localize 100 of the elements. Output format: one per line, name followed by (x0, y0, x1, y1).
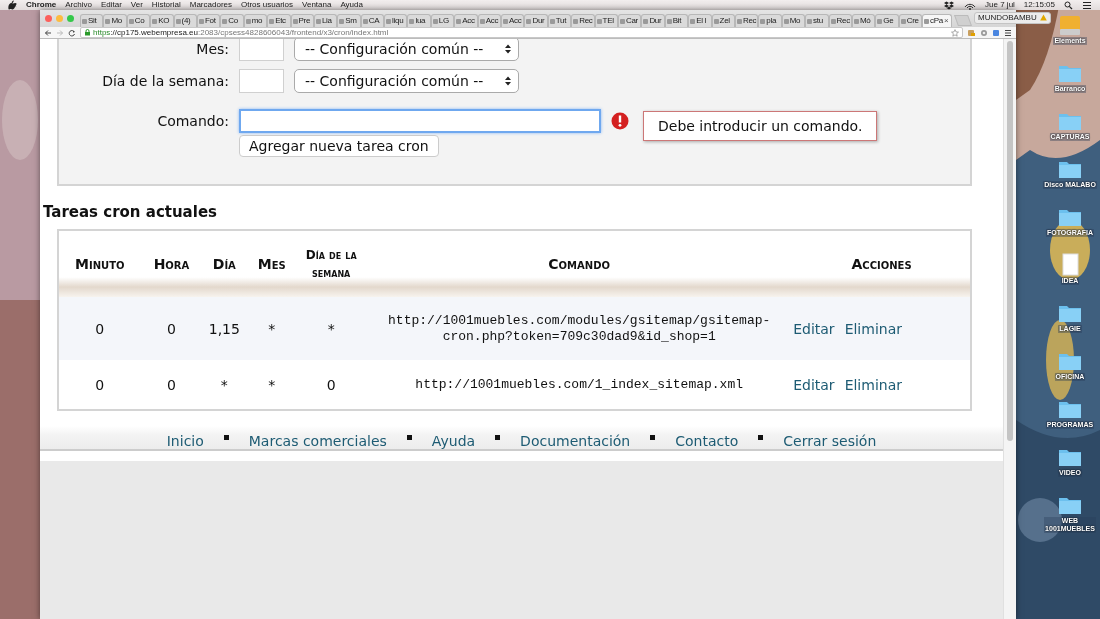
select-field[interactable]: -- Configuración común -- (294, 69, 519, 93)
browser-tab[interactable]: Dur (641, 14, 665, 27)
browser-tab[interactable]: Acc (477, 14, 502, 27)
input-field[interactable] (239, 39, 284, 61)
footer-link[interactable]: Inicio (164, 433, 206, 449)
list-icon[interactable] (1082, 0, 1092, 10)
favicon-icon (620, 18, 625, 24)
favicon-icon (526, 18, 532, 24)
browser-tab[interactable]: TEl (594, 14, 618, 27)
browser-tab[interactable]: Bit (664, 14, 689, 27)
scroll-thumb[interactable] (1007, 41, 1013, 441)
browser-tab[interactable]: lua (407, 14, 431, 27)
action-link[interactable]: Editar (793, 376, 835, 393)
browser-tab[interactable]: mo (243, 14, 268, 27)
close-window-button[interactable] (45, 15, 52, 22)
browser-tab[interactable]: Ge (875, 14, 899, 27)
footer-link[interactable]: Ayuda (429, 433, 478, 449)
address-bar[interactable]: https://cp175.webempresa.eu:2083/cpsess4828606043/frontend/x3/cron/index.html (80, 27, 963, 38)
browser-tab[interactable]: KO (150, 14, 174, 27)
browser-tab[interactable]: (4) (173, 14, 197, 27)
footer-link[interactable]: Marcas comerciales (246, 433, 389, 449)
menu-item[interactable]: Ayuda (340, 0, 363, 10)
extension-icon[interactable] (967, 28, 976, 37)
browser-tab[interactable]: El l (688, 14, 712, 27)
select-field[interactable]: -- Configuración común -- (294, 39, 519, 61)
menu-clock[interactable]: 12:15:05 (1023, 0, 1055, 10)
menu-item[interactable]: Chrome (26, 0, 57, 10)
scrollbar[interactable] (1003, 39, 1016, 619)
menu-item[interactable]: Editar (100, 0, 122, 10)
favicon-icon (713, 18, 719, 24)
search-icon[interactable] (1064, 0, 1073, 10)
zoom-button[interactable] (67, 15, 74, 22)
profile-button[interactable]: MUNDOBAMBU (974, 11, 1051, 24)
browser-tab[interactable]: Mo (781, 14, 806, 27)
menu-item[interactable]: Ventana (302, 0, 332, 10)
browser-tab[interactable]: Pre (290, 14, 314, 27)
favicon-icon (198, 18, 204, 24)
star-icon[interactable] (951, 28, 959, 37)
favicon-icon (760, 18, 766, 24)
favicon-icon (152, 18, 158, 24)
browser-tab[interactable]: Mó (851, 14, 876, 27)
reload-icon[interactable] (68, 28, 76, 37)
browser-tab[interactable]: CA (360, 14, 385, 27)
menu-item[interactable]: Otros usuarios (241, 0, 294, 10)
field-label: Comando: (156, 113, 229, 129)
footer-link[interactable]: Contacto (673, 433, 741, 449)
close-icon[interactable]: × (943, 16, 949, 26)
browser-tab[interactable]: Sit (80, 14, 104, 27)
browser-tab[interactable]: Lia (313, 14, 338, 27)
footer-link[interactable]: Cerrar sesión (781, 433, 879, 449)
menu-item[interactable]: Ver (130, 0, 143, 10)
command-field[interactable] (239, 109, 601, 133)
browser-tab[interactable]: Zel (711, 14, 735, 27)
browser-tab[interactable]: Co (220, 14, 244, 27)
table-cell: * (297, 297, 366, 360)
browser-tab[interactable]: Cre (898, 14, 923, 27)
column-header: Día (202, 230, 247, 297)
browser-tab[interactable]: Acc (501, 14, 525, 27)
table-cell: 0 (58, 297, 141, 360)
favicon-icon (245, 18, 251, 24)
action-link[interactable]: Editar (793, 320, 835, 337)
browser-tab[interactable]: Sm (337, 14, 361, 27)
favicon-icon (105, 18, 111, 24)
menu-item[interactable]: Historial (151, 0, 181, 10)
favicon-icon (549, 18, 555, 24)
menu-item[interactable]: Marcadores (189, 0, 232, 10)
browser-tab[interactable]: Mo (103, 14, 127, 27)
add-cron-button[interactable]: Agregar nueva tarea cron (239, 135, 439, 157)
new-tab-button[interactable] (954, 15, 973, 26)
menu-date[interactable]: Jue 7 jul (985, 0, 1015, 10)
back-icon[interactable] (44, 28, 52, 37)
menu-icon[interactable] (1004, 28, 1012, 37)
action-link[interactable]: Eliminar (844, 376, 902, 393)
menu-item[interactable]: Archivo (65, 0, 92, 10)
table-cell: 0 (58, 360, 141, 410)
browser-tab[interactable]: liqu (384, 14, 408, 27)
browser-tab[interactable]: Rec (734, 14, 759, 27)
table-cell: * (246, 297, 298, 360)
browser-tab[interactable]: Co (126, 14, 151, 27)
browser-tab[interactable]: Tut (547, 14, 572, 27)
browser-tab[interactable]: cPa× (922, 14, 953, 27)
browser-tab[interactable]: Car (618, 14, 642, 27)
dropbox-icon[interactable] (943, 0, 956, 10)
browser-tab[interactable]: Rec (828, 14, 852, 27)
input-field[interactable] (239, 69, 284, 93)
error-icon (611, 112, 629, 130)
browser-tab[interactable]: Acc (454, 14, 478, 27)
browser-tab[interactable]: Dur (524, 14, 548, 27)
footer-link[interactable]: Documentación (518, 433, 633, 449)
favicon-icon (292, 18, 298, 24)
browser-tab[interactable]: LG (430, 14, 455, 27)
apple-icon[interactable] (8, 0, 17, 10)
browser-tab[interactable]: Etc (267, 14, 291, 27)
column-header: Mes (246, 230, 298, 297)
browser-tab[interactable]: Rec (571, 14, 595, 27)
browser-tab[interactable]: pla (758, 14, 782, 27)
action-link[interactable]: Eliminar (844, 320, 902, 337)
browser-tab[interactable]: stu (805, 14, 829, 27)
browser-tab[interactable]: Fot (196, 14, 221, 27)
forward-icon[interactable] (56, 28, 64, 37)
